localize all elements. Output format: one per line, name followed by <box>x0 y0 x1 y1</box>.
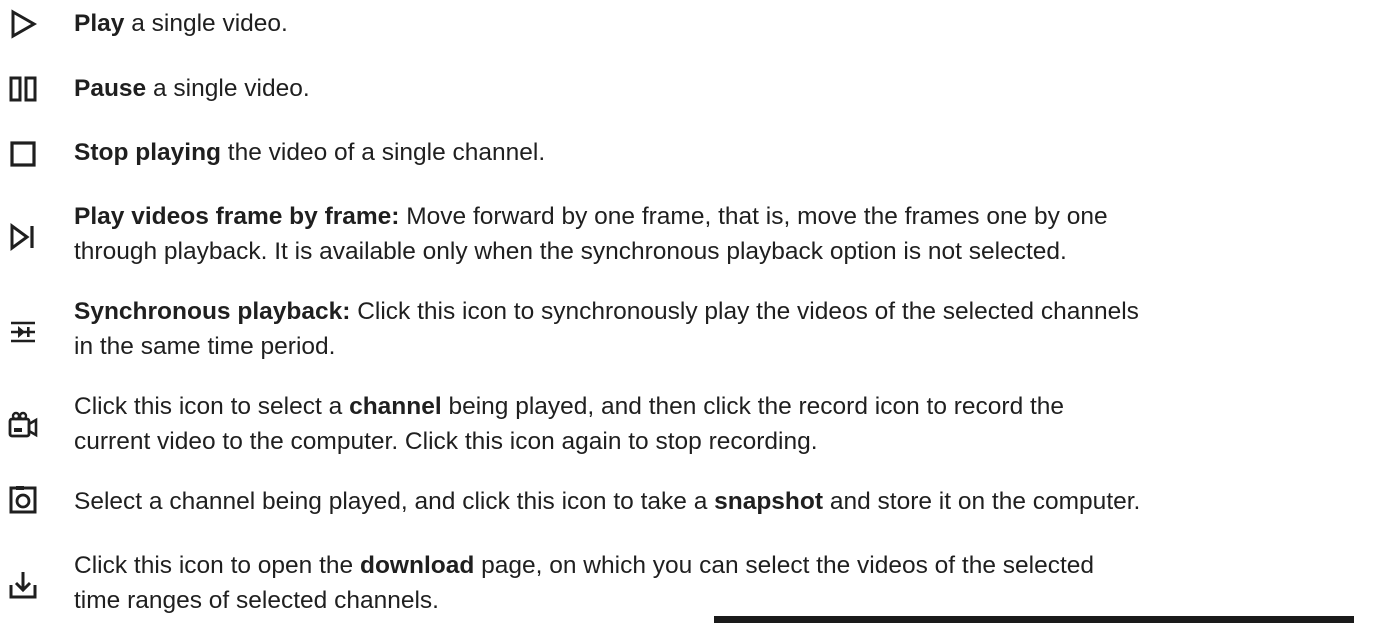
item-text: Click this icon to synchronously play th… <box>350 298 1139 325</box>
item-description: Play videos frame by frame: Move forward… <box>74 199 1379 269</box>
item-text: Click this icon to select a <box>74 393 350 420</box>
item-text-post: page, on which you can select the videos… <box>474 552 1095 579</box>
item-bold-label: Play <box>74 10 125 37</box>
item-bold-label: channel <box>349 393 442 420</box>
item-bold-label: Stop playing <box>74 139 221 166</box>
item-description: Click this icon to select a channel bein… <box>74 389 1379 459</box>
item-description: Pause a single video. <box>74 71 1379 106</box>
item-text-line2: through playback. It is available only w… <box>74 238 1067 265</box>
record-icon <box>8 411 38 441</box>
divider-bar <box>714 616 1354 623</box>
item-bold-label: download <box>360 552 475 579</box>
item-description: Stop playing the video of a single chann… <box>74 135 1379 170</box>
item-description: Play a single video. <box>74 6 1379 41</box>
item-text-post: and store it on the computer. <box>823 488 1141 515</box>
item-text: a single video. <box>124 10 288 37</box>
snapshot-icon <box>8 485 38 515</box>
stop-icon <box>8 139 38 169</box>
item-text: Select a channel being played, and click… <box>74 488 715 515</box>
play-icon <box>8 9 38 39</box>
pause-icon <box>8 74 38 104</box>
item-text: Click this icon to open the <box>74 552 360 579</box>
synchronous-playback-icon <box>8 317 38 347</box>
item-text-post: being played, and then click the record … <box>441 393 1065 420</box>
item-bold-label: Pause <box>74 75 147 102</box>
download-icon <box>8 570 38 600</box>
item-description: Click this icon to open the download pag… <box>74 548 1379 618</box>
item-description: Synchronous playback: Click this icon to… <box>74 294 1379 364</box>
item-text: Move forward by one frame, that is, move… <box>399 203 1108 230</box>
item-text: a single video. <box>146 75 310 102</box>
item-bold-label: snapshot <box>714 488 824 515</box>
item-text-line2: time ranges of selected channels. <box>74 587 439 614</box>
item-text: the video of a single channel. <box>221 139 546 166</box>
frame-by-frame-icon <box>8 222 38 252</box>
item-text-line2: in the same time period. <box>74 333 336 360</box>
item-description: Select a channel being played, and click… <box>74 484 1379 519</box>
item-bold-label: Play videos frame by frame: <box>74 203 400 230</box>
item-bold-label: Synchronous playback: <box>74 298 351 325</box>
item-text-line2: current video to the computer. Click thi… <box>74 428 818 455</box>
